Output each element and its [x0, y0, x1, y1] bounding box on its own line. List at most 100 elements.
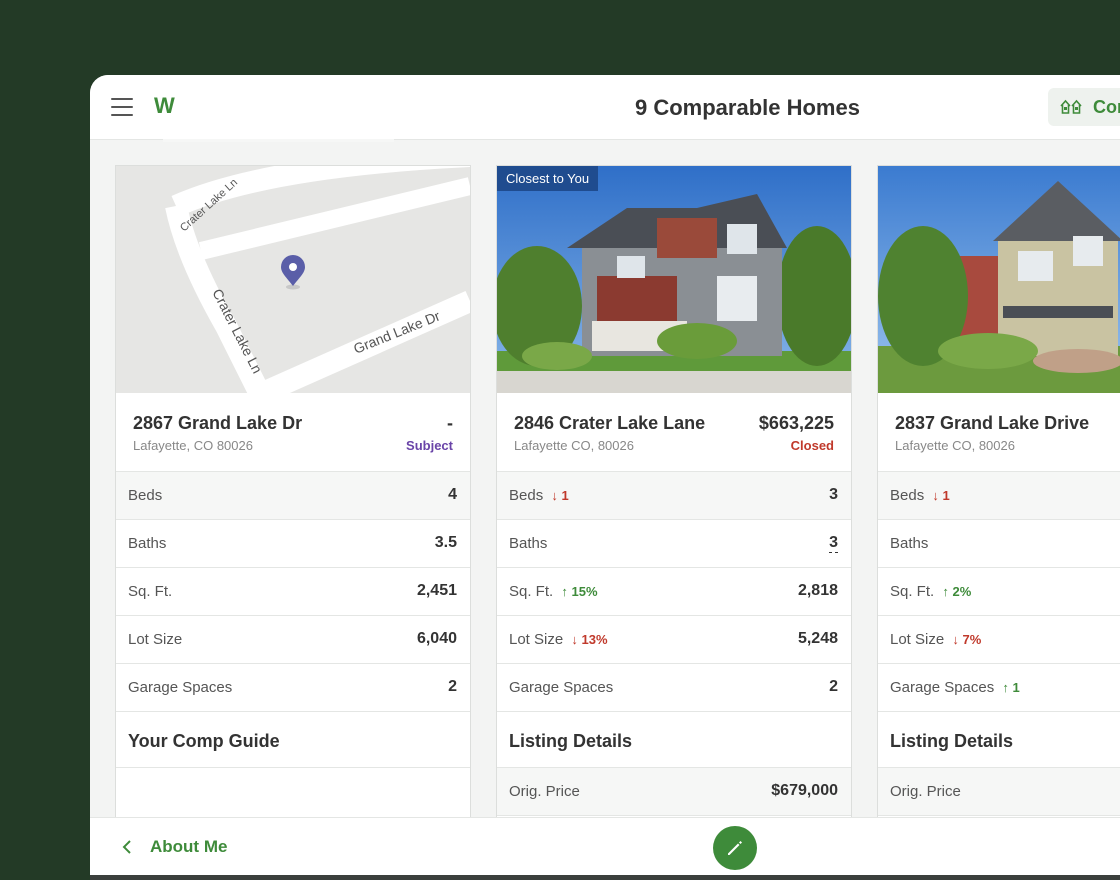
diff-indicator: ↑ 2% [942, 584, 972, 599]
city-line: Lafayette CO, 80026 [895, 438, 1015, 453]
pencil-icon [728, 841, 742, 855]
row-label: Sq. Ft. [128, 583, 173, 600]
baths-row: Baths 3.5 [116, 520, 470, 568]
arrow-down-icon: ↓ [952, 632, 959, 647]
menu-button[interactable] [111, 98, 133, 116]
orig-price-row: Orig. Price [878, 768, 1120, 816]
price: - [447, 413, 453, 433]
card-header: 2867 Grand Lake Dr Lafayette, CO 80026 -… [116, 393, 470, 472]
row-value: 2 [829, 678, 838, 695]
row-label: Lot Size [509, 631, 564, 648]
address: 2867 Grand Lake Dr [133, 413, 303, 433]
closest-badge: Closest to You [497, 166, 599, 191]
sqft-row: Sq. Ft. ↑ 2% [878, 568, 1120, 616]
arrow-up-icon: ↑ [561, 584, 568, 599]
row-label: Baths [509, 535, 548, 552]
row-value: 6,040 [416, 630, 457, 647]
row-label: Beds [128, 487, 163, 504]
baths-row: Baths 3 [497, 520, 851, 568]
hamburger-icon [111, 98, 133, 100]
comp-home-card[interactable]: 2837 Grand Lake Drive Lafayette CO, 8002… [877, 165, 1120, 825]
section-title: Listing Details [890, 731, 1014, 751]
row-label: Orig. Price [890, 783, 961, 800]
subject-home-card[interactable]: Crater Lake Ln Crater Lake Ln Grand Lake… [115, 165, 471, 825]
row-value: 5,248 [797, 630, 838, 647]
row-value: $679,000 [771, 782, 838, 799]
comp-guide-section[interactable]: Your Comp Guide [116, 712, 470, 768]
sqft-row: Sq. Ft. 2,451 [116, 568, 470, 616]
map-thumbnail[interactable]: Crater Lake Ln Crater Lake Ln Grand Lake… [116, 166, 470, 393]
lot-size-row: Lot Size ↓ 13% 5,248 [497, 616, 851, 664]
sqft-row: Sq. Ft. ↑ 15% 2,818 [497, 568, 851, 616]
diff-indicator: ↓ 13% [571, 632, 608, 647]
row-value: 2,818 [797, 582, 838, 599]
row-value: 4 [448, 486, 457, 503]
garage-row: Garage Spaces ↑ 1 [878, 664, 1120, 712]
row-label: Sq. Ft. [890, 583, 935, 600]
row-label: Lot Size [890, 631, 945, 648]
window-bottom-edge [90, 875, 1120, 880]
garage-row: Garage Spaces 2 [116, 664, 470, 712]
city-line: Lafayette, CO 80026 [133, 438, 253, 453]
diff-indicator: ↓ 1 [551, 488, 569, 503]
card-header: 2846 Crater Lake Lane Lafayette CO, 8002… [497, 393, 851, 472]
row-value[interactable]: 3 [829, 534, 838, 553]
comp-home-card[interactable]: Closest to You 2846 Crater Lake Lane Laf… [496, 165, 852, 825]
section-title: Your Comp Guide [128, 731, 280, 751]
row-label: Garage Spaces [509, 679, 614, 696]
chevron-left-icon [122, 840, 131, 854]
section-title: Listing Details [509, 731, 633, 751]
status-badge: Subject [406, 438, 453, 453]
header-divider [163, 139, 394, 142]
baths-row: Baths [878, 520, 1120, 568]
price: $663,225 [758, 413, 834, 433]
home-photo[interactable]: Closest to You [497, 166, 851, 393]
row-label: Orig. Price [509, 783, 580, 800]
row-label: Beds [509, 487, 544, 504]
lot-size-row: Lot Size 6,040 [116, 616, 470, 664]
garage-row: Garage Spaces 2 [497, 664, 851, 712]
arrow-down-icon: ↓ [571, 632, 578, 647]
orig-price-row: Orig. Price $679,000 [497, 768, 851, 816]
row-value: 3.5 [434, 534, 457, 551]
row-label: Baths [890, 535, 929, 552]
beds-row: Beds ↓ 1 [878, 472, 1120, 520]
houses-icon [1060, 99, 1082, 114]
card-header: 2837 Grand Lake Drive Lafayette CO, 8002… [878, 393, 1120, 472]
diff-indicator: ↓ 7% [952, 632, 982, 647]
bottom-bar: About Me [90, 817, 1120, 875]
listing-details-section[interactable]: Listing Details [497, 712, 851, 768]
back-label: About Me [150, 837, 228, 856]
beds-row: Beds ↓ 1 3 [497, 472, 851, 520]
arrow-down-icon: ↓ [932, 488, 939, 503]
row-value: 2,451 [416, 582, 457, 599]
arrow-up-icon: ↑ [942, 584, 949, 599]
arrow-up-icon: ↑ [1002, 680, 1009, 695]
row-label: Sq. Ft. [509, 583, 554, 600]
row-label: Lot Size [128, 631, 183, 648]
compare-button[interactable]: Compare [1048, 88, 1120, 126]
row-value: 3 [829, 486, 838, 503]
row-label: Baths [128, 535, 167, 552]
diff-indicator: ↑ 15% [561, 584, 598, 599]
row-value: 2 [448, 678, 457, 695]
app-window: W 9 Comparable Homes Compare Cra [90, 75, 1120, 875]
address: 2837 Grand Lake Drive [895, 413, 1090, 433]
row-label: Garage Spaces [890, 679, 995, 696]
arrow-down-icon: ↓ [551, 488, 558, 503]
home-photo[interactable] [878, 166, 1120, 393]
status-badge: Closed [790, 438, 834, 453]
edit-button[interactable] [713, 826, 757, 870]
logo: W [154, 93, 175, 118]
beds-row: Beds 4 [116, 472, 470, 520]
diff-indicator: ↓ 1 [932, 488, 950, 503]
diff-indicator: ↑ 1 [1002, 680, 1020, 695]
listing-details-section[interactable]: Listing Details [878, 712, 1120, 768]
city-line: Lafayette CO, 80026 [514, 438, 634, 453]
compare-label: Compare [1093, 97, 1120, 117]
row-label: Beds [890, 487, 925, 504]
row-label: Garage Spaces [128, 679, 233, 696]
top-bar: W 9 Comparable Homes Compare [90, 75, 1120, 142]
lot-size-row: Lot Size ↓ 7% [878, 616, 1120, 664]
page-title: 9 Comparable Homes [635, 95, 860, 120]
